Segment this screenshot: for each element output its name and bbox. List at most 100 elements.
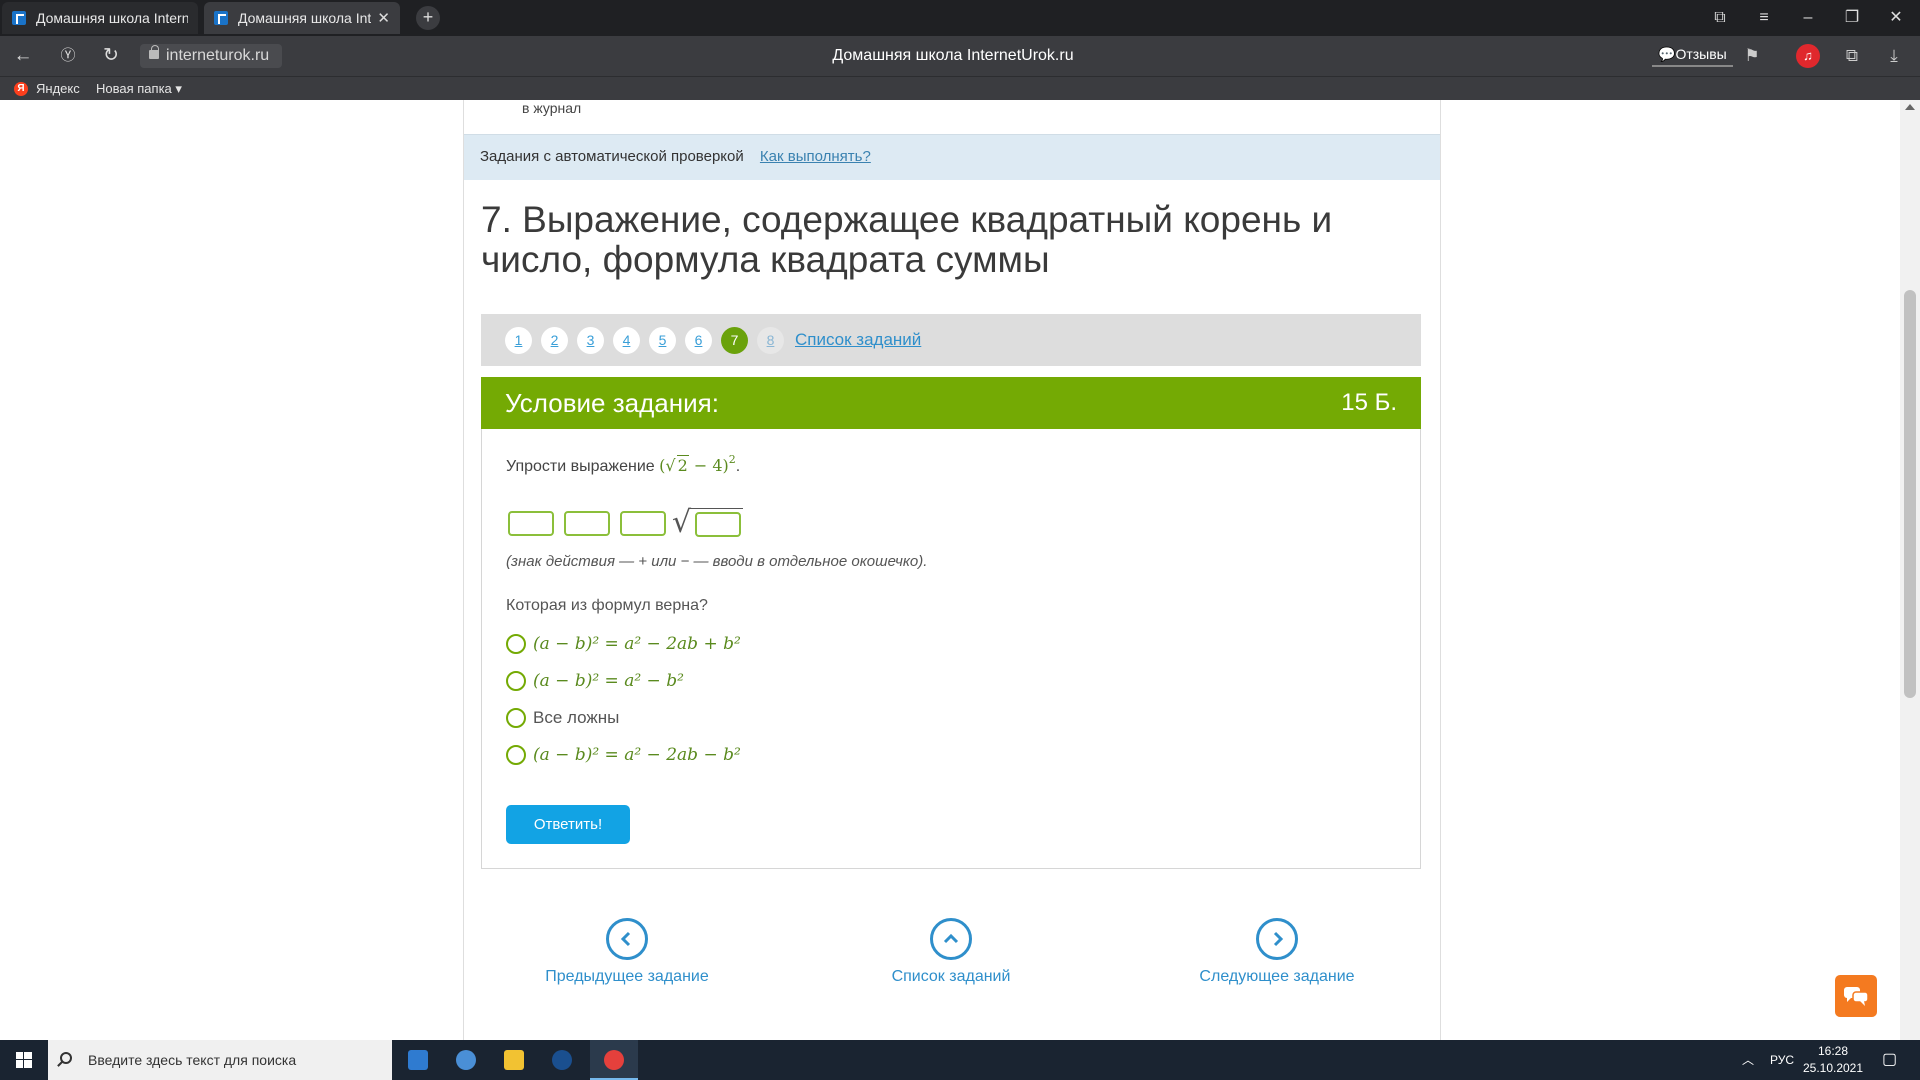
answer-row: √: [508, 505, 744, 541]
task-list-bottom-link[interactable]: Список заданий: [831, 918, 1071, 986]
options-list: (a − b)² = a² − 2ab + b² (a − b)² = a² −…: [506, 625, 741, 773]
prev-task-link[interactable]: Предыдущее задание: [507, 918, 747, 986]
content-card: в журнал Задания с автоматической провер…: [463, 100, 1441, 1040]
radio-button[interactable]: [506, 707, 526, 728]
url-field[interactable]: interneturok.ru: [140, 44, 282, 68]
radio-button[interactable]: [506, 633, 526, 654]
language-indicator[interactable]: РУС: [1770, 1040, 1794, 1080]
music-icon[interactable]: ♫: [1796, 44, 1820, 68]
page-scrollbar[interactable]: [1900, 100, 1920, 1040]
minimize-icon[interactable]: –: [1786, 0, 1830, 36]
task-header: Условие задания: 15 Б.: [481, 377, 1421, 429]
search-placeholder: Введите здесь текст для поиска: [88, 1052, 297, 1068]
answer-input-radicand[interactable]: [695, 511, 742, 537]
taskbar-network-app[interactable]: [442, 1040, 490, 1080]
bookmark-icon[interactable]: ⚑: [1740, 44, 1764, 68]
reload-icon[interactable]: ↻: [98, 44, 124, 68]
scroll-thumb[interactable]: [1904, 290, 1916, 698]
site-favicon-icon: [12, 11, 26, 25]
page-link-5[interactable]: 5: [649, 326, 676, 354]
chat-bubbles-icon: [1844, 987, 1869, 1006]
chevron-up-icon: [930, 918, 972, 960]
folder-icon: [504, 1050, 524, 1070]
taskbar-calculator[interactable]: [394, 1040, 442, 1080]
calculator-icon: [408, 1050, 428, 1070]
bookmark-label: Новая папка ▾: [96, 81, 182, 96]
bookmark-yandex[interactable]: Я Яндекс: [14, 81, 80, 96]
page-link-7-active[interactable]: 7: [721, 326, 748, 354]
page-link-2[interactable]: 2: [541, 326, 568, 354]
menu-icon[interactable]: ≡: [1742, 0, 1786, 36]
close-window-icon[interactable]: ✕: [1874, 0, 1918, 36]
bookmarks-bar: Я Яндекс Новая папка ▾: [0, 76, 1920, 100]
option-label: Все ложны: [533, 707, 620, 727]
windows-logo-icon: [16, 1052, 32, 1068]
answer-input-3[interactable]: [620, 510, 666, 536]
browser-tab-active[interactable]: Домашняя школа InternetUrok.ru ✕: [204, 2, 400, 34]
option-label: (a − b)² = a² − b²: [533, 670, 684, 691]
close-tab-icon[interactable]: ✕: [377, 9, 390, 27]
browser-tab[interactable]: Домашняя школа InternetUrok.ru: [2, 2, 198, 34]
task-box: Условие задания: 15 Б. Упрости выражение…: [481, 377, 1421, 869]
answer-hint: (знак действия — + или − — вводи в отдел…: [506, 553, 928, 570]
next-task-link[interactable]: Следующее задание: [1157, 918, 1397, 986]
bookmark-label: Яндекс: [36, 81, 80, 96]
scroll-up-icon[interactable]: [1905, 104, 1915, 110]
radio-button[interactable]: [506, 744, 526, 765]
option-4[interactable]: (a − b)² = a² − 2ab − b²: [506, 736, 741, 773]
reviews-label: Отзывы: [1675, 46, 1727, 62]
page-viewport: в журнал Задания с автоматической провер…: [0, 100, 1920, 1040]
taskbar-clock[interactable]: 16:28 25.10.2021: [1798, 1043, 1868, 1077]
chat-button[interactable]: [1835, 975, 1877, 1017]
back-arrow-icon[interactable]: ←: [10, 44, 36, 68]
taskbar-yandex-browser[interactable]: [590, 1040, 638, 1080]
url-text: interneturok.ru: [166, 47, 270, 64]
yandex-button-icon[interactable]: Ⓨ: [55, 44, 81, 68]
tab-title: Домашняя школа InternetUrok.ru: [238, 10, 372, 26]
prev-task-label: Предыдущее задание: [545, 968, 709, 985]
page-link-3[interactable]: 3: [577, 326, 604, 354]
yandex-browser-icon: [604, 1050, 624, 1070]
option-2[interactable]: (a − b)² = a² − b²: [506, 662, 741, 699]
page-link-4[interactable]: 4: [613, 326, 640, 354]
lock-icon: [149, 45, 159, 59]
taskbar-search-field[interactable]: Введите здесь текст для поиска: [48, 1040, 392, 1080]
taskbar-file-explorer[interactable]: [490, 1040, 538, 1080]
reviews-button[interactable]: 💬Отзывы: [1652, 43, 1733, 67]
downloads-icon[interactable]: ⤓: [1882, 44, 1906, 68]
collections-icon[interactable]: ⧉: [1840, 44, 1864, 68]
task-list-label: Список заданий: [891, 968, 1011, 985]
tray-chevron-up-icon[interactable]: ︿: [1742, 1040, 1754, 1080]
bookmarks-panel-icon[interactable]: ⧉: [1698, 0, 1742, 36]
task-points: 15 Б.: [1341, 389, 1397, 416]
new-tab-icon[interactable]: +: [416, 6, 440, 30]
page-link-6[interactable]: 6: [685, 326, 712, 354]
option-label: (a − b)² = a² − 2ab − b²: [533, 744, 741, 765]
next-task-label: Следующее задание: [1199, 968, 1355, 985]
page-link-1[interactable]: 1: [505, 326, 532, 354]
journal-text: в журнал: [522, 100, 582, 116]
answer-input-2[interactable]: [564, 510, 610, 536]
browser-tab-bar: Домашняя школа InternetUrok.ru Домашняя …: [0, 0, 1920, 36]
auto-check-label: Задания с автоматической проверкой: [480, 148, 744, 165]
notifications-icon[interactable]: ▢: [1882, 1040, 1897, 1080]
ccleaner-icon: [552, 1050, 572, 1070]
square-root-icon: √: [672, 505, 692, 540]
task-prompt: Упрости выражение (√ 2 − 4)2.: [506, 453, 741, 475]
windows-start-button[interactable]: [0, 1040, 48, 1080]
task-list-link[interactable]: Список заданий: [795, 330, 921, 350]
page-link-8[interactable]: 8: [757, 326, 784, 354]
task-title: 7. Выражение, содержащее квадратный коре…: [481, 199, 1333, 280]
submit-button[interactable]: Ответить!: [506, 805, 630, 844]
bookmark-folder[interactable]: Новая папка ▾: [96, 81, 182, 97]
site-favicon-icon: [214, 11, 228, 25]
option-3[interactable]: Все ложны: [506, 699, 741, 736]
taskbar-ccleaner[interactable]: [538, 1040, 586, 1080]
option-label: (a − b)² = a² − 2ab + b²: [533, 633, 741, 654]
restore-icon[interactable]: ❐: [1830, 0, 1874, 36]
radio-button[interactable]: [506, 670, 526, 691]
search-icon: [60, 1052, 72, 1064]
howto-link[interactable]: Как выполнять?: [760, 148, 871, 165]
option-1[interactable]: (a − b)² = a² − 2ab + b²: [506, 625, 741, 662]
answer-input-1[interactable]: [508, 510, 554, 536]
